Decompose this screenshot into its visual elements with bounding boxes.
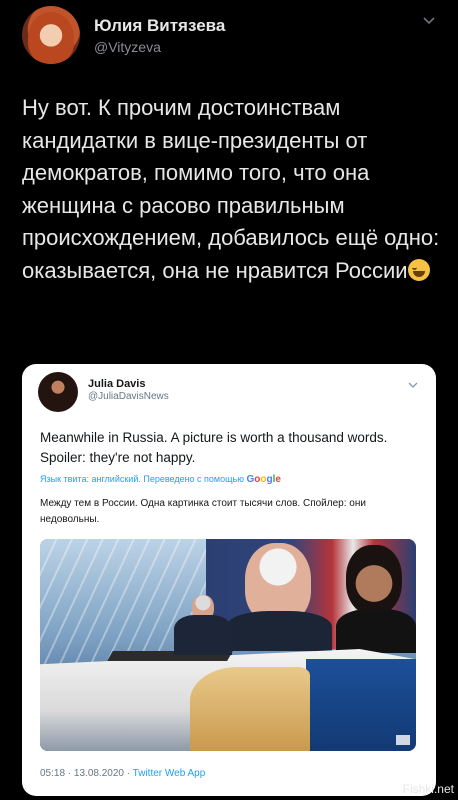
google-logo: Google bbox=[246, 474, 281, 485]
author-handle[interactable]: @Vityzeva bbox=[94, 39, 161, 55]
avatar[interactable] bbox=[22, 6, 80, 64]
quoted-tweet-meta: 05:18 · 13.08.2020 · Twitter Web App bbox=[40, 768, 205, 779]
watermark: Fishki.net bbox=[402, 782, 454, 796]
chevron-down-icon[interactable] bbox=[422, 14, 436, 28]
author-name[interactable]: Юлия Витязева bbox=[94, 16, 225, 36]
tweet-text: Ну вот. К прочим достоинствам кандидатки… bbox=[22, 92, 442, 287]
news-studio-photo[interactable] bbox=[40, 539, 416, 751]
quoted-author-handle[interactable]: @JuliaDavisNews bbox=[88, 391, 169, 402]
translation-note[interactable]: Язык твита: английский. Переведено с пом… bbox=[40, 474, 281, 485]
timestamp: 05:18 · 13.08.2020 · bbox=[40, 768, 133, 779]
quoted-author-name[interactable]: Julia Davis bbox=[88, 378, 145, 390]
translated-text: Между тем в России. Одна картинка стоит … bbox=[40, 498, 366, 525]
translation-label: Язык твита: английский. Переведено с пом… bbox=[40, 474, 244, 484]
tweet-header: Юлия Витязева @Vityzeva bbox=[22, 6, 442, 66]
laughing-emoji-icon bbox=[407, 258, 430, 281]
app-link[interactable]: Twitter Web App bbox=[133, 768, 206, 779]
quoted-avatar[interactable] bbox=[38, 372, 78, 412]
quoted-tweet-text: Meanwhile in Russia. A picture is worth … bbox=[40, 430, 388, 465]
tweet-body: Ну вот. К прочим достоинствам кандидатки… bbox=[22, 95, 440, 283]
channel-logo-icon bbox=[396, 735, 410, 745]
chevron-down-icon[interactable] bbox=[408, 380, 418, 390]
quoted-tweet-card[interactable]: Julia Davis @JuliaDavisNews Meanwhile in… bbox=[22, 364, 436, 796]
